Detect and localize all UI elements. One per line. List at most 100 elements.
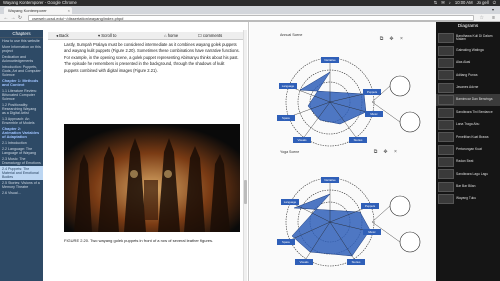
chapters-sidebar: Chapters How to use this website More Inf…: [0, 30, 43, 281]
forward-arrow-icon[interactable]: →: [10, 15, 16, 21]
diagram-thumbnail: [438, 33, 454, 44]
diagram-list-item[interactable]: Alas Alasi: [436, 57, 500, 69]
diagrams-heading: Diagrams: [457, 24, 479, 29]
diagram-thumbnail: [438, 45, 454, 56]
diagram-node-label: Stories: [352, 260, 361, 264]
url-input[interactable]: cseweb.ucsd.edu/~/dissertation/wayang/in…: [28, 15, 474, 21]
scroll-to-button[interactable]: ▾ Scroll to: [98, 32, 116, 40]
side-indicator[interactable]: [389, 195, 411, 217]
diagram-list-item[interactable]: Bamimcar Dan Berwinga: [436, 93, 500, 107]
diagram-list-item[interactable]: Lana Traga Abu: [436, 119, 500, 131]
diagram-item-label: Pertarungan Kuat: [456, 146, 482, 151]
diagram-list-item[interactable]: Bar Bar Bilan: [436, 181, 500, 193]
reader-scroll-thumb[interactable]: [243, 180, 247, 204]
radar-area: [299, 71, 367, 125]
diagram-node-label: Narrative: [324, 178, 336, 182]
diagram-thumbnail: [438, 70, 454, 81]
chrome-menu-icon[interactable]: ≡: [492, 15, 495, 21]
diagram-thumbnail: [438, 119, 454, 130]
side-indicator[interactable]: [399, 231, 421, 253]
chapter-item[interactable]: 2.5 Stories: Visions of a Memory Theatre: [0, 180, 43, 190]
body-paragraph: Lastly, Sumpah Pralaya must be considere…: [64, 42, 240, 73]
diagram-list-item[interactable]: Wayang Tuku: [436, 193, 500, 205]
diagram-node-label: Language: [284, 200, 297, 204]
radar-diagrams[interactable]: Narrative Language Puppets Music Stories Visu…: [250, 22, 436, 281]
bookmark-star-icon[interactable]: ☆: [480, 15, 484, 21]
diagram-thumbnail: [438, 144, 454, 155]
chapter-item[interactable]: 1.3 Approach: An Ensemble of Models: [0, 116, 43, 126]
diagrams-sidebar: Diagrams Bandhawa Kuli Di Dalam Malam Gal…: [436, 22, 500, 281]
diagram-thumbnail: [438, 107, 454, 118]
diagram-thumbnail: [438, 132, 454, 143]
diagram-item-label: Radan Beat: [456, 159, 474, 164]
diagram-list-item[interactable]: Radan Beat: [436, 156, 500, 168]
diagram-item-label: Alas Alasi: [456, 60, 471, 65]
diagram-list-item[interactable]: Sandiwara Lagu Lagu: [436, 168, 500, 180]
diagram-node-label: Puppets: [365, 204, 376, 208]
diagram-item-label: Javanes Advne: [456, 84, 479, 89]
profile-badge[interactable]: ▾: [492, 7, 494, 13]
diagram-list: Bandhawa Kuli Di Dalam Malam Galeaking Wa…: [436, 32, 500, 205]
chapter-item[interactable]: Chapter 2: Animation Variables of Adapta…: [0, 126, 43, 140]
diagram-node-label: Narrative: [324, 58, 336, 62]
radar-diagram[interactable]: Narrative Language Puppets Music Stories Visu…: [277, 177, 421, 267]
diagram-node-label: Stories: [354, 138, 363, 142]
reader-toolbar: ◂ Back ▾ Scroll to ⌂ home ☐ comments: [48, 32, 244, 40]
chapter-item[interactable]: 2.4 Puppets: The Material and Emotional …: [0, 166, 43, 180]
address-bar-row: ← → ↻ cseweb.ucsd.edu/~/dissertation/way…: [0, 14, 500, 22]
diagram-item-label: Bandhawa Kuli Di Dalam Malam: [456, 33, 493, 42]
diagram-list-item[interactable]: Aditang Purwa: [436, 69, 500, 81]
diagram-item-label: Sandiwara Lagu Lagu: [456, 171, 489, 176]
diagram-list-item[interactable]: Galeaking Watinga: [436, 44, 500, 56]
puppet-photo: [64, 124, 240, 232]
diagram-item-label: Galeaking Watinga: [456, 47, 484, 52]
diagram-list-item[interactable]: Javanes Advne: [436, 82, 500, 94]
side-indicator[interactable]: [399, 111, 421, 133]
figure-image[interactable]: [64, 124, 240, 232]
radar-diagram[interactable]: Narrative Language Puppets Music Stories Visu…: [277, 57, 421, 147]
diagram-thumbnail: [438, 82, 454, 93]
chapter-item[interactable]: 1.2 Positionality: Researching Wayang as…: [0, 102, 43, 116]
chapter-item[interactable]: Chapter 1: Methods and Context: [0, 78, 43, 88]
diagram-list-item[interactable]: Penelitian Kuat Brawa: [436, 131, 500, 143]
reload-icon[interactable]: ↻: [17, 15, 23, 21]
diagram-thumbnail: [438, 169, 454, 180]
home-button[interactable]: ⌂ home: [164, 32, 178, 40]
back-arrow-icon[interactable]: ←: [3, 15, 9, 21]
browser-tab-strip: Wayang Kontemporer × ▾: [0, 6, 500, 14]
browser-tab[interactable]: Wayang Kontemporer ×: [4, 7, 72, 14]
back-button[interactable]: ◂ Back: [56, 32, 69, 40]
chapter-item[interactable]: More Information on this project: [0, 44, 43, 54]
diagram-node-label: Puppets: [367, 90, 378, 94]
diagram-item-label: Penelitian Kuat Brawa: [456, 134, 489, 139]
chapters-heading: Chapters: [0, 30, 43, 38]
close-tab-icon[interactable]: ×: [68, 7, 70, 14]
side-indicator[interactable]: [389, 75, 411, 97]
diagram-thumbnail: [438, 157, 454, 168]
diagram-item-label: Sandiwara Tini Berdance: [456, 109, 493, 114]
diagram-node-label: Music: [370, 112, 378, 116]
diagram-node-label: Language: [282, 84, 295, 88]
diagram-item-label: Bar Bar Bilan: [456, 184, 476, 189]
chapter-item[interactable]: 2.6 Visual...: [0, 190, 43, 196]
chapter-item[interactable]: 1.1 Literature Review: Bifurcated Comput…: [0, 88, 43, 102]
reader-scrollbar[interactable]: [243, 30, 247, 281]
diagram-item-label: Wayang Tuku: [456, 196, 477, 201]
chapter-item[interactable]: Introduction: Puppets, Gods, Art and Com…: [0, 64, 43, 78]
diagram-thumbnail: [438, 194, 454, 205]
chapter-list: How to use this website More Information …: [0, 38, 43, 196]
chapter-item[interactable]: 2.2 Language: The Language of Wayang: [0, 146, 43, 156]
diagram-panel: Annual Scene ⧉ ✥ × Yoga Scene ⧉ ✥ × Narr…: [250, 22, 436, 281]
chapter-item[interactable]: Dedication and Acknowledgements: [0, 54, 43, 64]
diagram-list-item[interactable]: Bandhawa Kuli Di Dalam Malam: [436, 32, 500, 44]
diagram-list-item[interactable]: Pertarungan Kuat: [436, 144, 500, 156]
diagram-list-item[interactable]: Sandiwara Tini Berdance: [436, 106, 500, 118]
diagram-node-label: Visuals: [300, 260, 310, 264]
chapter-item[interactable]: 2.3 Music: The Dramaturgy of Emotions: [0, 156, 43, 166]
diagram-thumbnail: [438, 95, 454, 106]
comments-button[interactable]: ☐ comments: [198, 32, 222, 40]
diagram-thumbnail: [438, 181, 454, 192]
pane-divider[interactable]: [248, 22, 249, 281]
diagram-node-label: Space: [282, 240, 290, 244]
figure-caption: FIGURE 2.20. Two wayang golek puppets in…: [64, 238, 214, 243]
